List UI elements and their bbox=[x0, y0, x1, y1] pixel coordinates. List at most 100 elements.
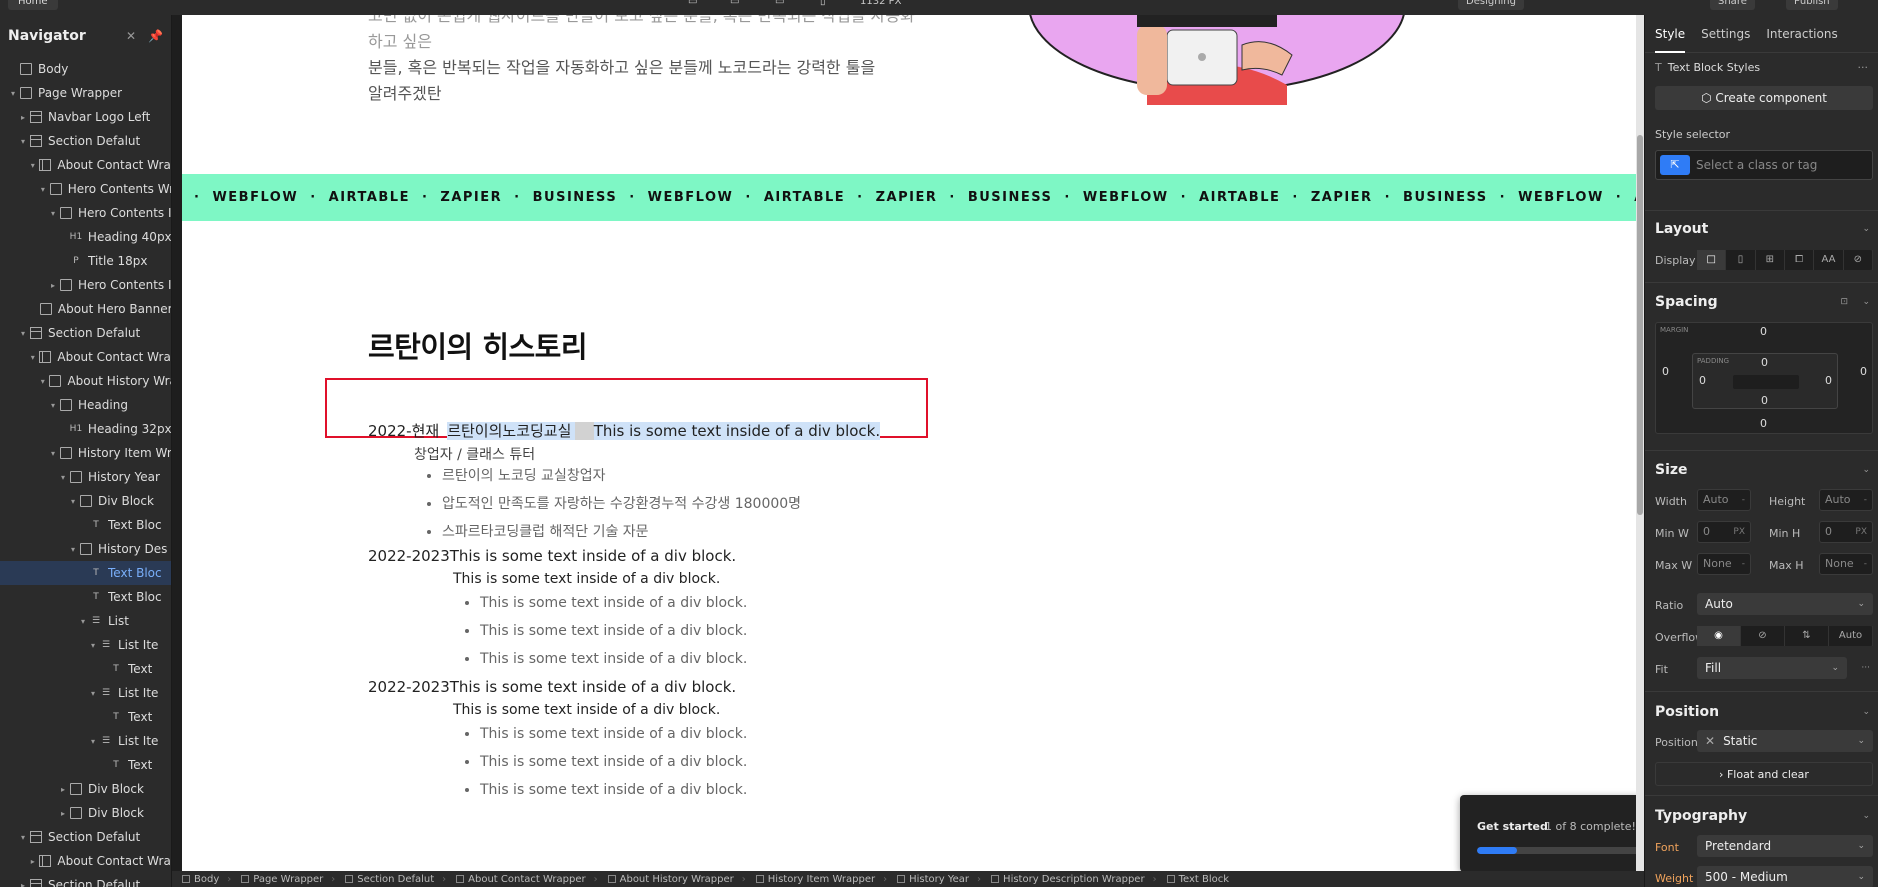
breakpoint-tablet-icon[interactable]: ▭ bbox=[730, 0, 739, 10]
navigator-item[interactable]: ▾ Section Defalut bbox=[0, 129, 171, 153]
breadcrumb-item[interactable]: History Item Wrapper › bbox=[755, 874, 887, 885]
chevron-right-icon[interactable]: ▸ bbox=[58, 785, 68, 794]
navigator-item[interactable]: ▾ History Year bbox=[0, 465, 171, 489]
style-selector-input[interactable]: ⇱ Select a class or tag bbox=[1655, 150, 1873, 180]
min-height-input[interactable]: 0 PX bbox=[1819, 521, 1873, 543]
selector-tag-icon[interactable]: ⇱ bbox=[1660, 155, 1690, 175]
chevron-down-icon[interactable]: ▾ bbox=[28, 353, 37, 362]
more-icon[interactable]: ··· bbox=[1861, 663, 1870, 673]
mode-dropdown[interactable]: Designing bbox=[1458, 0, 1524, 10]
navigator-item[interactable]: ▾ Section Defalut bbox=[0, 825, 171, 849]
navigator-item[interactable]: T Text bbox=[0, 705, 171, 729]
history-year[interactable]: 2022-2023 bbox=[368, 678, 450, 696]
navigator-item[interactable]: ▾ ☰ List Ite bbox=[0, 729, 171, 753]
navigator-item[interactable]: ▾ ☰ List bbox=[0, 609, 171, 633]
navigator-item[interactable]: ▾ Section Defalut bbox=[0, 321, 171, 345]
tab-style[interactable]: Style bbox=[1655, 15, 1686, 53]
chevron-down-icon[interactable]: ▾ bbox=[48, 401, 58, 410]
chevron-down-icon[interactable]: ▾ bbox=[38, 377, 47, 386]
chevron-down-icon[interactable]: ⌄ bbox=[1862, 224, 1870, 234]
home-button[interactable]: Home bbox=[8, 0, 58, 10]
list-item[interactable]: This is some text inside of a div block. bbox=[480, 617, 747, 645]
history-item[interactable]: 2022-2023This is some text inside of a d… bbox=[368, 547, 736, 565]
font-dropdown[interactable]: Pretendard ⌄ bbox=[1697, 835, 1873, 857]
display-flex-icon[interactable]: ▯ bbox=[1726, 250, 1756, 270]
chevron-down-icon[interactable]: ▾ bbox=[18, 833, 28, 842]
margin-bottom[interactable]: 0 bbox=[1760, 417, 1767, 430]
padding-right[interactable]: 0 bbox=[1825, 374, 1832, 387]
margin-left[interactable]: 0 bbox=[1662, 365, 1669, 378]
weight-dropdown[interactable]: 500 - Medium ⌄ bbox=[1697, 866, 1873, 887]
layout-section-title[interactable]: Layout bbox=[1655, 221, 1708, 237]
overflow-scroll-icon[interactable]: ⇅ bbox=[1785, 626, 1829, 646]
navigator-item[interactable]: H1 Heading 40px bbox=[0, 225, 171, 249]
navigator-item[interactable]: About Hero Banner bbox=[0, 297, 171, 321]
chevron-down-icon[interactable]: ⌄ bbox=[1862, 811, 1870, 821]
overflow-auto-option[interactable]: Auto bbox=[1829, 626, 1873, 646]
chevron-down-icon[interactable]: ▾ bbox=[8, 89, 18, 98]
navigator-item[interactable]: ▾ About Contact Wrap bbox=[0, 153, 171, 177]
navigator-item[interactable]: H1 Heading 32px bbox=[0, 417, 171, 441]
navigator-item[interactable]: T Text Bloc bbox=[0, 561, 171, 585]
padding-left[interactable]: 0 bbox=[1699, 374, 1706, 387]
list-item[interactable]: This is some text inside of a div block. bbox=[480, 776, 747, 804]
chevron-down-icon[interactable]: ▾ bbox=[58, 473, 68, 482]
navigator-item[interactable]: ▾ About History Wra bbox=[0, 369, 171, 393]
breakpoint-landscape-icon[interactable]: ▭ bbox=[775, 0, 784, 10]
position-section-title[interactable]: Position bbox=[1655, 704, 1719, 720]
chevron-down-icon[interactable]: ▾ bbox=[68, 497, 78, 506]
size-section-title[interactable]: Size bbox=[1655, 462, 1688, 478]
navigator-item[interactable]: ▾ Hero Contents I bbox=[0, 201, 171, 225]
chevron-down-icon[interactable]: ▾ bbox=[28, 161, 37, 170]
history-item[interactable]: 2022-현재 르탄이의노코딩교실 This is some text insid… bbox=[368, 420, 881, 441]
chevron-down-icon[interactable]: ▾ bbox=[68, 545, 78, 554]
history-heading[interactable]: 르탄이의 히스토리 bbox=[368, 324, 588, 366]
navigator-item[interactable]: ▸ Div Block bbox=[0, 801, 171, 825]
navigator-item[interactable]: ▾ ☰ List Ite bbox=[0, 681, 171, 705]
list-item[interactable]: This is some text inside of a div block. bbox=[480, 589, 747, 617]
margin-right[interactable]: 0 bbox=[1860, 365, 1867, 378]
spacing-preset-icon[interactable]: ⊡ bbox=[1840, 297, 1848, 307]
design-canvas[interactable]: 고민 없이 손쉽게 웹사이트를 만들어 보고 싶은 분들, 혹은 반복되는 작업… bbox=[182, 15, 1636, 871]
overflow-hidden-icon[interactable]: ⊘ bbox=[1741, 626, 1785, 646]
breadcrumb-item[interactable]: Text Block bbox=[1166, 874, 1229, 885]
chevron-right-icon[interactable]: ▸ bbox=[48, 281, 58, 290]
list-item[interactable]: This is some text inside of a div block. bbox=[480, 645, 747, 673]
list-item[interactable]: 르탄이의 노코딩 교실창업자 bbox=[442, 462, 801, 490]
chevron-down-icon[interactable]: ▾ bbox=[18, 137, 28, 146]
navigator-item[interactable]: ▾ Hero Contents Wr bbox=[0, 177, 171, 201]
breadcrumb-item[interactable]: Page Wrapper › bbox=[241, 874, 335, 885]
chevron-down-icon[interactable]: ▾ bbox=[78, 617, 88, 626]
navigator-item[interactable]: ▸ About Contact Wrap bbox=[0, 849, 171, 873]
float-clear-button[interactable]: › Float and clear bbox=[1655, 762, 1873, 786]
canvas-scrollbar[interactable] bbox=[1636, 15, 1644, 871]
navigator-item[interactable]: T Text bbox=[0, 657, 171, 681]
display-grid-icon[interactable]: ⊞ bbox=[1756, 250, 1785, 270]
get-started-toast[interactable]: Get started 1 of 8 complete! ··· ∧ bbox=[1460, 795, 1636, 871]
list-item[interactable]: 압도적인 만족도를 자랑하는 수강환경누적 수강생 180000명 bbox=[442, 490, 801, 518]
navigator-item[interactable]: ▾ History Item Wr bbox=[0, 441, 171, 465]
history-title[interactable]: This is some text inside of a div block. bbox=[450, 678, 736, 696]
history-year[interactable]: 2022-현재 bbox=[368, 420, 439, 441]
overflow-visible-icon[interactable]: ◉ bbox=[1697, 626, 1741, 646]
display-inline-icon[interactable]: AA bbox=[1814, 250, 1844, 270]
more-icon[interactable]: ··· bbox=[1858, 61, 1869, 74]
navigator-item[interactable]: T Text Bloc bbox=[0, 513, 171, 537]
chevron-down-icon[interactable]: ▾ bbox=[38, 185, 48, 194]
breadcrumb-item[interactable]: Section Defalut › bbox=[345, 874, 446, 885]
display-none-icon[interactable]: ⊘ bbox=[1844, 250, 1873, 270]
tab-settings[interactable]: Settings bbox=[1701, 15, 1750, 53]
navigator-item[interactable]: T Text bbox=[0, 753, 171, 777]
breadcrumb-item[interactable]: History Year › bbox=[897, 874, 981, 885]
chevron-down-icon[interactable]: ▾ bbox=[88, 689, 98, 698]
min-width-input[interactable]: 0 PX bbox=[1697, 521, 1751, 543]
chevron-down-icon[interactable]: ▾ bbox=[88, 737, 98, 746]
history-title[interactable]: 르탄이의노코딩교실 bbox=[447, 422, 576, 440]
history-subtitle[interactable]: This is some text inside of a div block. bbox=[453, 571, 720, 587]
collapse-icon[interactable]: ✕ bbox=[126, 29, 136, 43]
spacing-section-title[interactable]: Spacing bbox=[1655, 294, 1718, 310]
pin-icon[interactable]: 📌 bbox=[148, 29, 163, 43]
history-subtitle[interactable]: 창업자 / 클래스 튜터 bbox=[414, 444, 535, 464]
navigator-item[interactable]: ▸ Section Defalut bbox=[0, 873, 171, 887]
history-extra-text[interactable]: This is some text inside of a div block. bbox=[593, 422, 881, 440]
